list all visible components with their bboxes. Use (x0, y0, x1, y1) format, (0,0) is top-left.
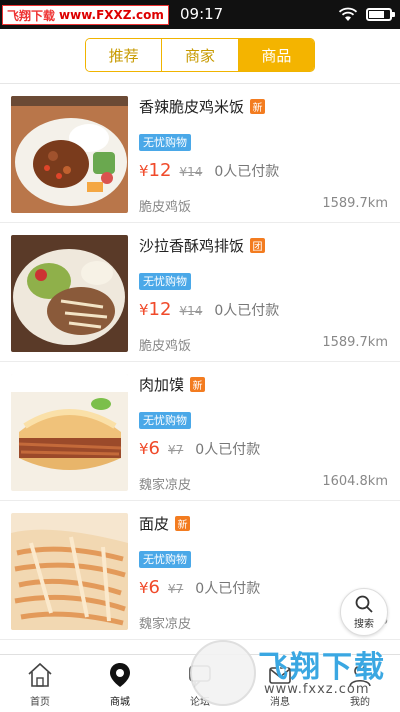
product-title: 香辣脆皮鸡米饭 (139, 98, 245, 116)
wifi-icon (338, 7, 358, 21)
tab-merchants[interactable]: 商家 (162, 39, 239, 71)
nav-mall[interactable]: 商城 (80, 655, 160, 712)
watermark-top-url: www.FXXZ.com (59, 8, 164, 22)
bottom-nav: 首页 商城 论坛 消息 我的 (0, 654, 400, 712)
nav-label: 商城 (110, 697, 130, 708)
original-price: ¥14 (179, 165, 203, 179)
new-badge: 新 (250, 99, 266, 114)
product-image (11, 96, 128, 213)
nav-profile[interactable]: 我的 (320, 655, 400, 712)
list-item[interactable]: 沙拉香酥鸡排饭 团 无忧购物 ¥12 ¥14 0人已付款 脆皮鸡饭 1589.7… (0, 223, 400, 362)
merchant-name: 魏家凉皮 (139, 617, 192, 632)
worry-free-tag: 无忧购物 (139, 551, 191, 568)
nav-home[interactable]: 首页 (0, 655, 80, 712)
paid-count: 0人已付款 (195, 581, 261, 597)
product-title: 沙拉香酥鸡排饭 (139, 237, 245, 255)
message-icon (269, 667, 291, 684)
current-price: ¥12 (139, 160, 172, 181)
original-price: ¥7 (168, 443, 184, 457)
location-pin-icon (110, 663, 130, 687)
tab-products[interactable]: 商品 (238, 39, 314, 71)
merchant-name: 脆皮鸡饭 (139, 200, 192, 215)
price-row: ¥6 ¥7 0人已付款 (139, 438, 260, 459)
worry-free-tag: 无忧购物 (139, 273, 191, 290)
tab-bar: 推荐 商家 商品 (0, 29, 400, 84)
watermark-top-brand: 飞翔下载 (7, 8, 56, 23)
user-icon (349, 665, 371, 687)
new-badge: 新 (190, 377, 206, 392)
price-row: ¥6 ¥7 0人已付款 (139, 577, 260, 598)
nav-label: 论坛 (190, 697, 210, 708)
new-badge: 新 (175, 516, 191, 531)
home-icon (28, 662, 52, 687)
nav-forum[interactable]: 论坛 (160, 655, 240, 712)
segmented-control: 推荐 商家 商品 (85, 38, 315, 72)
paid-count: 0人已付款 (195, 442, 261, 458)
title-row: 肉加馍 新 (139, 374, 206, 395)
status-icons (338, 7, 395, 22)
title-row: 面皮 新 (139, 513, 191, 534)
title-row: 香辣脆皮鸡米饭 新 (139, 96, 266, 117)
price-row: ¥12 ¥14 0人已付款 (139, 160, 279, 181)
battery-icon (366, 8, 395, 21)
tab-recommend[interactable]: 推荐 (86, 39, 163, 71)
original-price: ¥14 (179, 304, 203, 318)
product-title: 肉加馍 (139, 376, 185, 394)
nav-label: 消息 (270, 697, 290, 708)
forum-icon (189, 665, 211, 688)
nav-label: 我的 (350, 697, 370, 708)
search-icon (355, 595, 373, 613)
merchant-name: 魏家凉皮 (139, 478, 192, 493)
product-image (11, 374, 128, 491)
current-price: ¥6 (139, 577, 160, 598)
product-image (11, 513, 128, 630)
status-bar: 飞翔下载 www.FXXZ.com 09:17 (0, 0, 400, 29)
distance: 1589.7km (322, 196, 388, 211)
search-button[interactable]: 搜索 (340, 588, 388, 636)
list-item[interactable]: 面皮 新 无忧购物 ¥6 ¥7 0人已付款 魏家凉皮 16 (0, 501, 400, 640)
current-price: ¥12 (139, 299, 172, 320)
paid-count: 0人已付款 (214, 164, 280, 180)
worry-free-tag: 无忧购物 (139, 412, 191, 429)
product-image (11, 235, 128, 352)
paid-count: 0人已付款 (214, 303, 280, 319)
nav-label: 首页 (30, 697, 50, 708)
nav-messages[interactable]: 消息 (240, 655, 320, 712)
status-time: 09:17 (180, 5, 224, 23)
product-title: 面皮 (139, 515, 170, 533)
current-price: ¥6 (139, 438, 160, 459)
merchant-name: 脆皮鸡饭 (139, 339, 192, 354)
product-list: 香辣脆皮鸡米饭 新 无忧购物 ¥12 ¥14 0人已付款 脆皮鸡饭 1589.7… (0, 84, 400, 640)
distance: 1589.7km (322, 335, 388, 350)
original-price: ¥7 (168, 582, 184, 596)
list-item[interactable]: 肉加馍 新 无忧购物 ¥6 ¥7 0人已付款 魏家凉皮 1604.8km (0, 362, 400, 501)
search-label: 搜索 (354, 619, 374, 630)
distance: 1604.8km (322, 474, 388, 489)
title-row: 沙拉香酥鸡排饭 团 (139, 235, 266, 256)
list-item[interactable]: 香辣脆皮鸡米饭 新 无忧购物 ¥12 ¥14 0人已付款 脆皮鸡饭 1589.7… (0, 84, 400, 223)
price-row: ¥12 ¥14 0人已付款 (139, 299, 279, 320)
group-badge: 团 (250, 238, 266, 253)
worry-free-tag: 无忧购物 (139, 134, 191, 151)
watermark-top: 飞翔下载 www.FXXZ.com (2, 5, 169, 25)
